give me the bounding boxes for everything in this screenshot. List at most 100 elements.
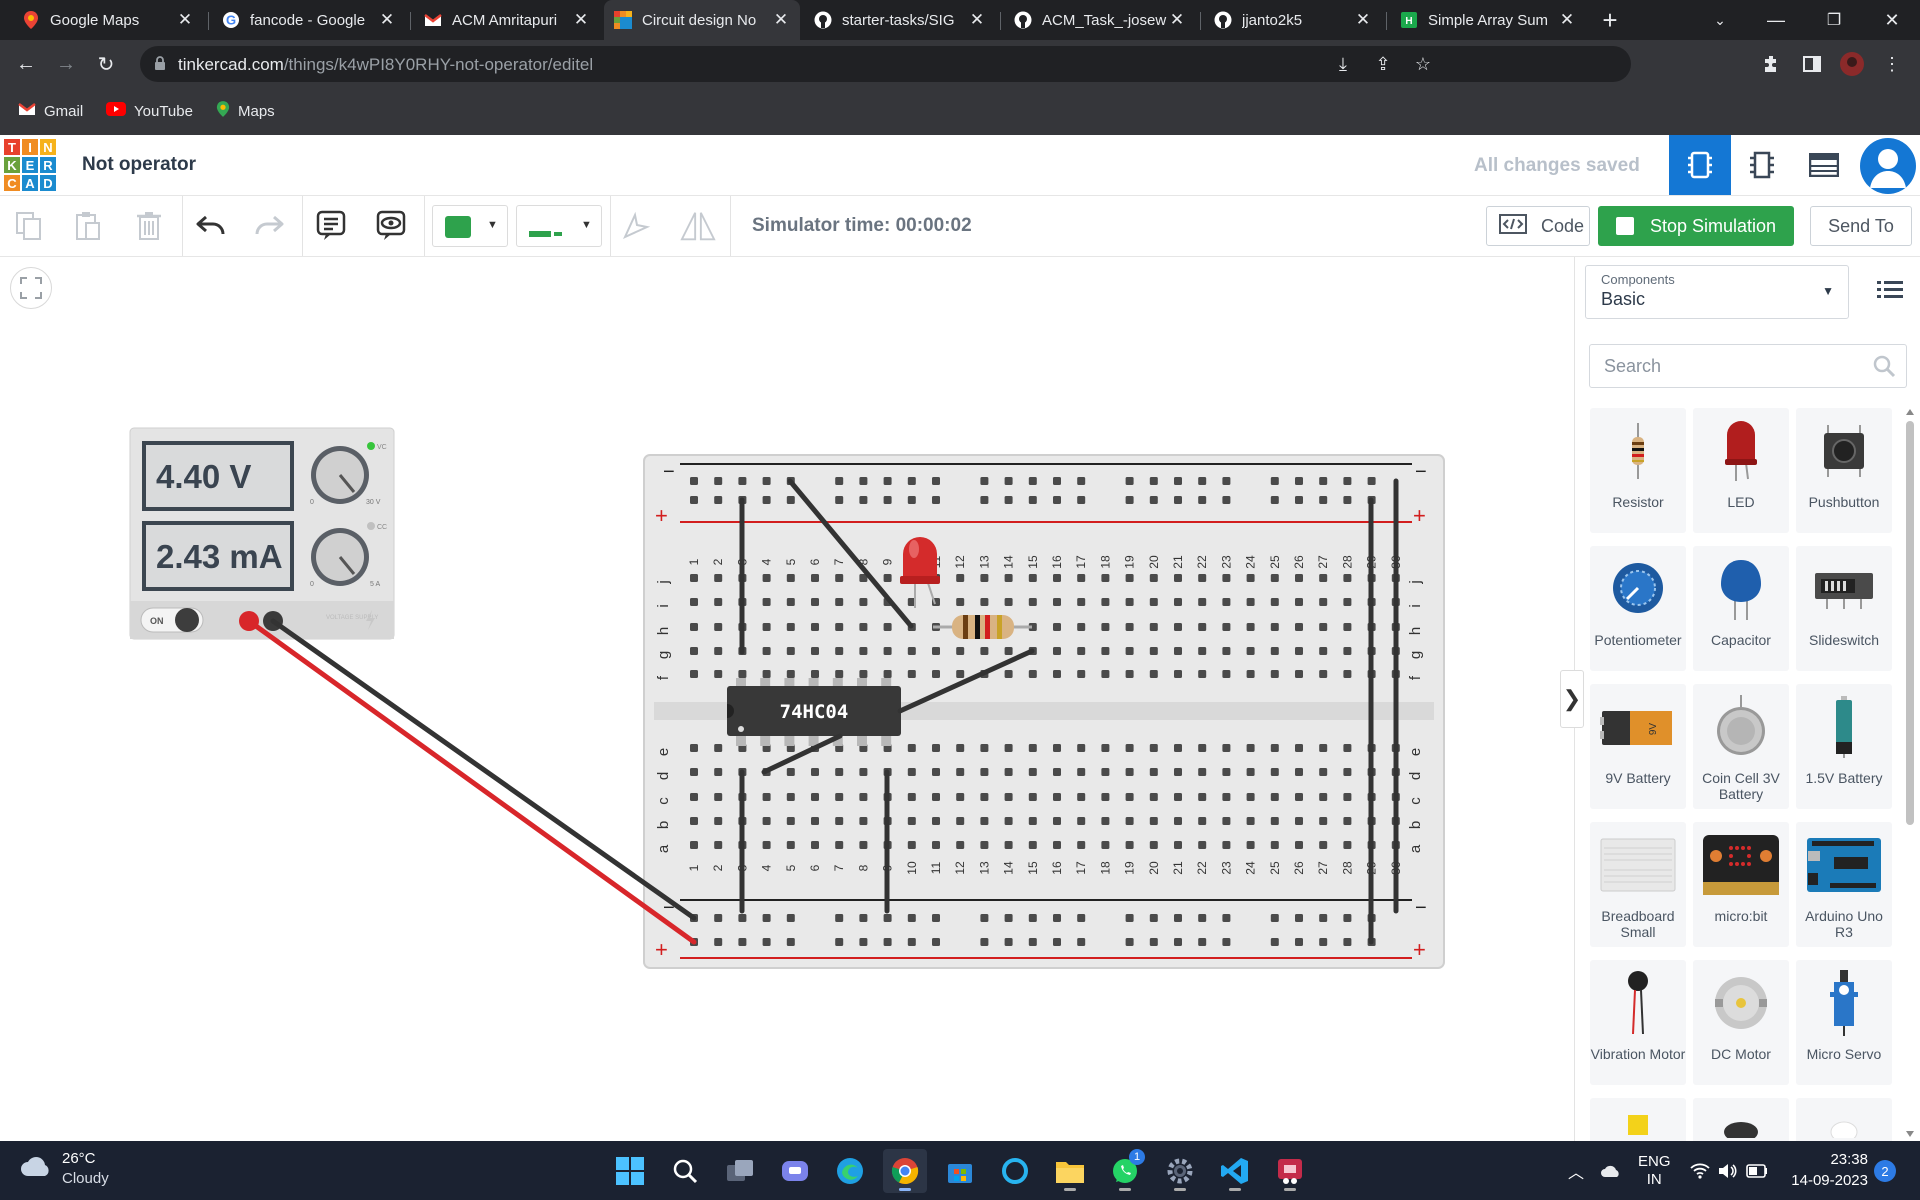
- breadboard-hole[interactable]: [980, 841, 989, 849]
- breadboard-hole[interactable]: [932, 768, 940, 776]
- start-button[interactable]: [608, 1149, 652, 1193]
- paste-icon[interactable]: [70, 208, 106, 244]
- code-button[interactable]: Code: [1486, 206, 1590, 246]
- breadboard-hole[interactable]: [1149, 647, 1158, 655]
- breadboard-hole[interactable]: [1149, 914, 1158, 922]
- breadboard-hole[interactable]: [1222, 647, 1231, 655]
- breadboard-hole[interactable]: [1198, 670, 1207, 678]
- breadboard-hole[interactable]: [907, 647, 916, 655]
- schematic-view-button[interactable]: [1731, 135, 1793, 195]
- breadboard-hole[interactable]: [835, 598, 844, 606]
- breadboard-hole[interactable]: [932, 938, 940, 946]
- breadboard-hole[interactable]: [932, 496, 940, 504]
- tab-circuit-design[interactable]: Circuit design No ✕: [604, 0, 800, 40]
- breadboard-hole[interactable]: [1343, 598, 1352, 606]
- breadboard-hole[interactable]: [859, 496, 868, 504]
- breadboard-hole[interactable]: [1125, 598, 1134, 606]
- breadboard-hole[interactable]: [1028, 768, 1037, 776]
- breadboard-hole[interactable]: [811, 623, 819, 631]
- breadboard-hole[interactable]: [956, 744, 965, 752]
- breadboard-hole[interactable]: [1077, 496, 1086, 504]
- back-button[interactable]: ←: [10, 48, 42, 80]
- cortana-button[interactable]: [993, 1149, 1037, 1193]
- component-search[interactable]: [1589, 344, 1907, 388]
- breadboard-hole[interactable]: [762, 623, 771, 631]
- component-micro-servo[interactable]: Micro Servo: [1796, 960, 1892, 1085]
- close-tab-icon[interactable]: ✕: [572, 10, 590, 30]
- breadboard-hole[interactable]: [907, 793, 916, 801]
- breadboard-hole[interactable]: [1222, 768, 1231, 776]
- breadboard-hole[interactable]: [956, 841, 965, 849]
- breadboard-hole[interactable]: [1319, 598, 1328, 606]
- breadboard-hole[interactable]: [1101, 841, 1110, 849]
- breadboard-hole[interactable]: [1270, 841, 1279, 849]
- breadboard-hole[interactable]: [811, 574, 819, 582]
- list-view-button[interactable]: [1877, 279, 1905, 303]
- breadboard-hole[interactable]: [714, 744, 723, 752]
- breadboard-hole[interactable]: [1149, 938, 1158, 946]
- breadboard-hole[interactable]: [1101, 670, 1110, 678]
- breadboard-hole[interactable]: [1077, 670, 1086, 678]
- breadboard-hole[interactable]: [1319, 670, 1328, 678]
- breadboard-hole[interactable]: [762, 670, 771, 678]
- breadboard-hole[interactable]: [738, 914, 747, 922]
- breadboard-hole[interactable]: [1174, 841, 1182, 849]
- breadboard-hole[interactable]: [690, 574, 698, 582]
- breadboard-hole[interactable]: [1077, 841, 1086, 849]
- breadboard-hole[interactable]: [1198, 574, 1207, 582]
- breadboard-hole[interactable]: [1101, 793, 1110, 801]
- breadboard-hole[interactable]: [835, 670, 844, 678]
- breadboard-hole[interactable]: [1222, 938, 1231, 946]
- breadboard-hole[interactable]: [1343, 744, 1352, 752]
- breadboard-hole[interactable]: [1101, 574, 1110, 582]
- breadboard-hole[interactable]: [1077, 744, 1086, 752]
- breadboard-hole[interactable]: [1295, 670, 1303, 678]
- breadboard-hole[interactable]: [1270, 670, 1279, 678]
- breadboard-hole[interactable]: [980, 793, 989, 801]
- breadboard-hole[interactable]: [1028, 477, 1037, 485]
- breadboard-hole[interactable]: [1319, 574, 1328, 582]
- notes-icon[interactable]: [313, 208, 349, 244]
- breadboard-hole[interactable]: [1004, 938, 1013, 946]
- breadboard-hole[interactable]: [811, 598, 819, 606]
- stop-simulation-button[interactable]: Stop Simulation: [1598, 206, 1794, 246]
- forward-button[interactable]: →: [50, 48, 82, 80]
- breadboard-hole[interactable]: [1028, 670, 1037, 678]
- breadboard-hole[interactable]: [1053, 477, 1061, 485]
- power-supply[interactable]: 4.40 V 2.43 mA VC CC 0 30 V 0 5 A ON VOL…: [129, 427, 395, 640]
- breadboard-hole[interactable]: [714, 647, 723, 655]
- breadboard-hole[interactable]: [1174, 647, 1182, 655]
- component-capacitor[interactable]: Capacitor: [1693, 546, 1789, 671]
- breadboard-hole[interactable]: [1101, 623, 1110, 631]
- breadboard-hole[interactable]: [1222, 598, 1231, 606]
- breadboard-hole[interactable]: [1125, 768, 1134, 776]
- breadboard-hole[interactable]: [1028, 496, 1037, 504]
- breadboard-hole[interactable]: [1174, 623, 1182, 631]
- breadboard-hole[interactable]: [1174, 768, 1182, 776]
- breadboard-hole[interactable]: [762, 793, 771, 801]
- breadboard-hole[interactable]: [1295, 496, 1303, 504]
- vscode-button[interactable]: [1213, 1149, 1257, 1193]
- component-microbit[interactable]: micro:bit: [1693, 822, 1789, 947]
- breadboard-hole[interactable]: [786, 914, 795, 922]
- breadboard-hole[interactable]: [714, 574, 723, 582]
- wire-type-dropdown[interactable]: ▼: [516, 205, 602, 247]
- breadboard-hole[interactable]: [883, 496, 892, 504]
- breadboard-hole[interactable]: [690, 670, 698, 678]
- breadboard-hole[interactable]: [1004, 793, 1013, 801]
- breadboard-hole[interactable]: [980, 817, 989, 825]
- notes-visibility-icon[interactable]: [373, 208, 409, 244]
- breadboard-hole[interactable]: [835, 938, 844, 946]
- breadboard-hole[interactable]: [1222, 817, 1231, 825]
- breadboard-hole[interactable]: [786, 574, 795, 582]
- breadboard-hole[interactable]: [980, 768, 989, 776]
- breadboard-hole[interactable]: [714, 623, 723, 631]
- breadboard-hole[interactable]: [1053, 914, 1061, 922]
- system-clock[interactable]: 23:38 14-09-2023: [1788, 1149, 1868, 1191]
- breadboard-hole[interactable]: [956, 768, 965, 776]
- tab-starter-tasks[interactable]: starter-tasks/SIG ✕: [804, 0, 996, 40]
- send-to-button[interactable]: Send To: [1810, 206, 1912, 246]
- breadboard-hole[interactable]: [956, 598, 965, 606]
- minimize-button[interactable]: —: [1748, 0, 1804, 40]
- breadboard-hole[interactable]: [1198, 623, 1207, 631]
